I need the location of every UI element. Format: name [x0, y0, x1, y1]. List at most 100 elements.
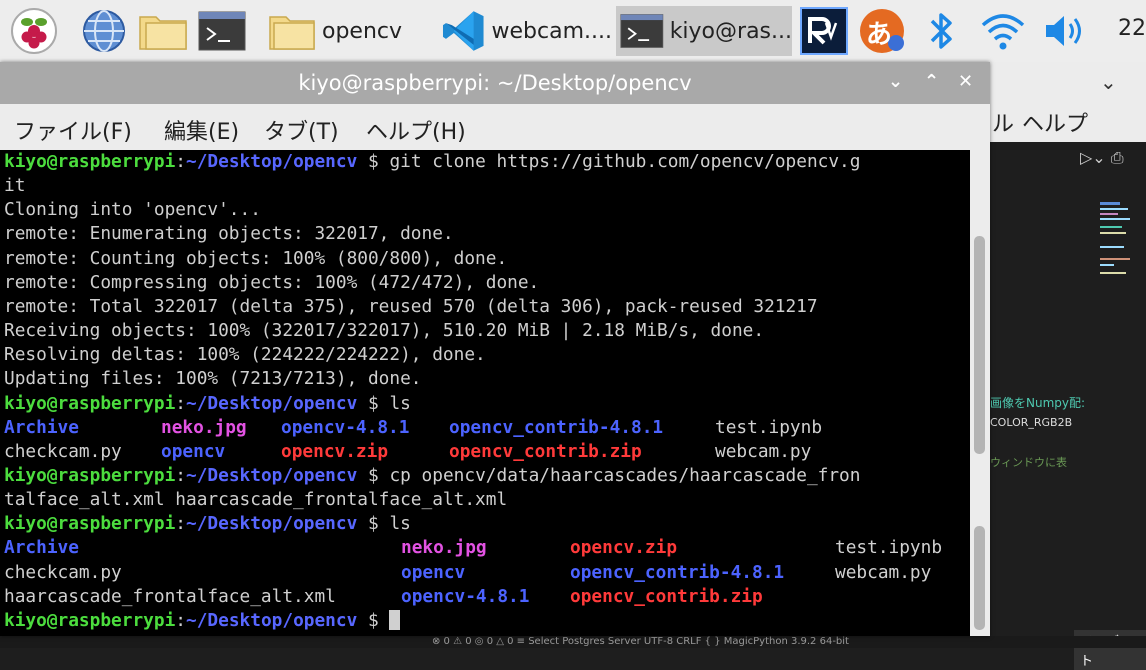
file-manager-launcher[interactable]	[136, 6, 190, 56]
terminal-output-line: Updating files: 100% (7213/7213), done.	[4, 368, 422, 390]
volume-tray-button[interactable]	[1038, 6, 1092, 56]
globe-icon	[83, 10, 125, 52]
menu-help[interactable]: ヘルプ(H)	[366, 114, 466, 146]
taskbar: opencv webcam.... kiyo@ras... あ 22	[0, 0, 1146, 62]
terminal-line: kiyo@raspberrypi:~/Desktop/opencv $ cp o…	[4, 464, 860, 488]
ls-entry-dir: opencv_contrib-4.8.1	[449, 416, 664, 438]
command-text: git clone https://github.com/opencv/open…	[389, 151, 861, 172]
terminal-line: it	[4, 175, 26, 197]
code-comment: ウィンドウに表	[990, 456, 1067, 469]
terminal-console[interactable]: kiyo@raspberrypi:~/Desktop/opencv $ git …	[0, 150, 970, 636]
folder-icon	[139, 16, 187, 50]
window-titlebar[interactable]: kiyo@raspberrypi: ~/Desktop/opencv ⌄ ⌃ ✕	[0, 62, 990, 104]
task-terminal[interactable]: kiyo@ras...	[616, 6, 792, 56]
vnc-tray-button[interactable]	[798, 6, 850, 56]
minimap[interactable]	[1100, 202, 1136, 342]
terminal-output-line: remote: Counting objects: 100% (800/800)…	[4, 247, 508, 269]
ls-entry-archive: opencv_contrib.zip	[570, 585, 763, 607]
prompt-path: ~/Desktop/opencv	[186, 609, 358, 631]
terminal-icon	[198, 11, 246, 51]
command-text: ls	[389, 513, 411, 535]
bluetooth-icon	[930, 13, 952, 49]
background-vscode-window[interactable]: ⌄ ル ヘルプ ▷⌄ ⎙ 画像をNumpy配: COLOR_RGB2B ウィンド…	[990, 62, 1146, 670]
maximize-button[interactable]: ⌃	[924, 71, 939, 92]
prompt-colon: :	[175, 151, 187, 172]
prompt-symbol: $	[357, 151, 390, 172]
ls-entry-archive: opencv.zip	[281, 440, 389, 462]
vnc-icon	[800, 7, 848, 55]
scrollbar-thumb[interactable]	[974, 526, 985, 630]
ls-entry-archive: opencv_contrib.zip	[449, 440, 642, 462]
terminal-output-line: Cloning into 'opencv'...	[4, 199, 261, 221]
prompt-path: ~/Desktop/opencv	[186, 151, 358, 172]
ls-entry-file: test.ipynb	[715, 416, 823, 438]
terminal-line: talface_alt.xml haarcascade_frontalface_…	[4, 489, 508, 511]
vscode-icon	[442, 11, 484, 51]
prompt-path: ~/Desktop/opencv	[186, 392, 358, 414]
ime-tray-button[interactable]: あ	[856, 6, 910, 56]
code-text: COLOR_RGB2B	[990, 416, 1073, 429]
terminal-line: kiyo@raspberrypi:~/Desktop/opencv $ git …	[4, 150, 860, 174]
minimize-button[interactable]: ⌄	[888, 71, 903, 92]
prompt-user: kiyo@raspberrypi	[4, 464, 176, 486]
ls-entry-dir: Archive	[4, 537, 79, 559]
terminal-scrollbar[interactable]	[970, 150, 990, 636]
terminal-output-line: remote: Compressing objects: 100% (472/4…	[4, 271, 540, 293]
terminal-window[interactable]: kiyo@raspberrypi: ~/Desktop/opencv ⌄ ⌃ ✕…	[0, 62, 990, 636]
folder-icon	[269, 16, 315, 50]
terminal-launcher[interactable]	[196, 6, 248, 56]
terminal-output-line: Receiving objects: 100% (322017/322017),…	[4, 320, 765, 342]
ls-entry-dir: opencv-4.8.1	[401, 585, 530, 607]
command-text: cp opencv/data/haarcascades/haarcascade_…	[389, 464, 861, 486]
run-debug-icon[interactable]: ▷⌄ ⎙	[1080, 148, 1124, 168]
terminal-icon	[620, 14, 664, 48]
prompt-symbol: $	[357, 609, 390, 631]
close-button[interactable]: ✕	[958, 71, 973, 92]
terminal-output-line: remote: Enumerating objects: 322017, don…	[4, 223, 454, 245]
ls-entry-file: webcam.py	[715, 440, 812, 462]
menu-file[interactable]: ファイル(F)	[14, 114, 132, 146]
prompt-path: ~/Desktop/opencv	[186, 513, 358, 535]
vscode-menu-item[interactable]: ル	[992, 106, 1014, 138]
menu-tabs[interactable]: タブ(T)	[264, 114, 339, 146]
terminal-line: kiyo@raspberrypi:~/Desktop/opencv $ ls	[4, 392, 411, 416]
prompt-symbol: $	[357, 392, 390, 414]
ls-entry-file: checkcam.py	[4, 440, 122, 462]
prompt-symbol: $	[357, 513, 390, 535]
raspberry-menu-button[interactable]	[6, 6, 62, 56]
vscode-menu-help[interactable]: ヘルプ	[1022, 106, 1088, 138]
vscode-statusbar[interactable]: ⊗ 0 ⚠ 0 ◎ 0 △ 0 ≡ Select Postgres Server…	[0, 636, 1146, 648]
text-cursor	[389, 609, 401, 630]
task-vscode[interactable]: webcam....	[440, 6, 612, 56]
ls-entry-file: haarcascade_frontalface_alt.xml	[4, 585, 336, 607]
ime-mode-label: あ	[866, 20, 893, 50]
wifi-tray-button[interactable]	[978, 6, 1028, 56]
code-comment: 画像をNumpy配:	[990, 396, 1086, 410]
prompt-user: kiyo@raspberrypi	[4, 609, 176, 631]
scrollbar-thumb[interactable]	[974, 236, 985, 454]
prompt-symbol: $	[357, 464, 390, 486]
terminal-line: kiyo@raspberrypi:~/Desktop/opencv $ ls	[4, 512, 411, 536]
ls-entry-image: neko.jpg	[161, 416, 247, 438]
chevron-down-icon[interactable]: ⌄	[1100, 70, 1117, 94]
task-label: opencv	[322, 18, 403, 44]
bluetooth-tray-button[interactable]	[920, 6, 964, 56]
statusbar-text: ⊗ 0 ⚠ 0 ◎ 0 △ 0 ≡ Select Postgres Server…	[432, 636, 849, 647]
clock[interactable]: 22	[1118, 16, 1146, 41]
prompt-colon: :	[175, 392, 187, 414]
terminal-line: kiyo@raspberrypi:~/Desktop/opencv $	[4, 609, 401, 633]
prompt-colon: :	[175, 609, 187, 631]
volume-icon	[1046, 16, 1081, 46]
raspberry-icon	[11, 8, 57, 54]
prompt-colon: :	[175, 464, 187, 486]
ls-entry-image: neko.jpg	[401, 537, 487, 559]
ls-entry-dir: opencv_contrib-4.8.1	[570, 561, 785, 583]
web-browser-launcher[interactable]	[78, 6, 130, 56]
prompt-user: kiyo@raspberrypi	[4, 392, 176, 414]
ls-entry-dir: Archive	[4, 416, 79, 438]
menu-edit[interactable]: 編集(E)	[164, 114, 239, 146]
terminal-output-line: remote: Total 322017 (delta 375), reused…	[4, 295, 818, 317]
prompt-user: kiyo@raspberrypi	[4, 151, 176, 172]
wifi-icon	[981, 14, 1025, 50]
task-opencv-folder[interactable]: opencv	[264, 6, 434, 56]
